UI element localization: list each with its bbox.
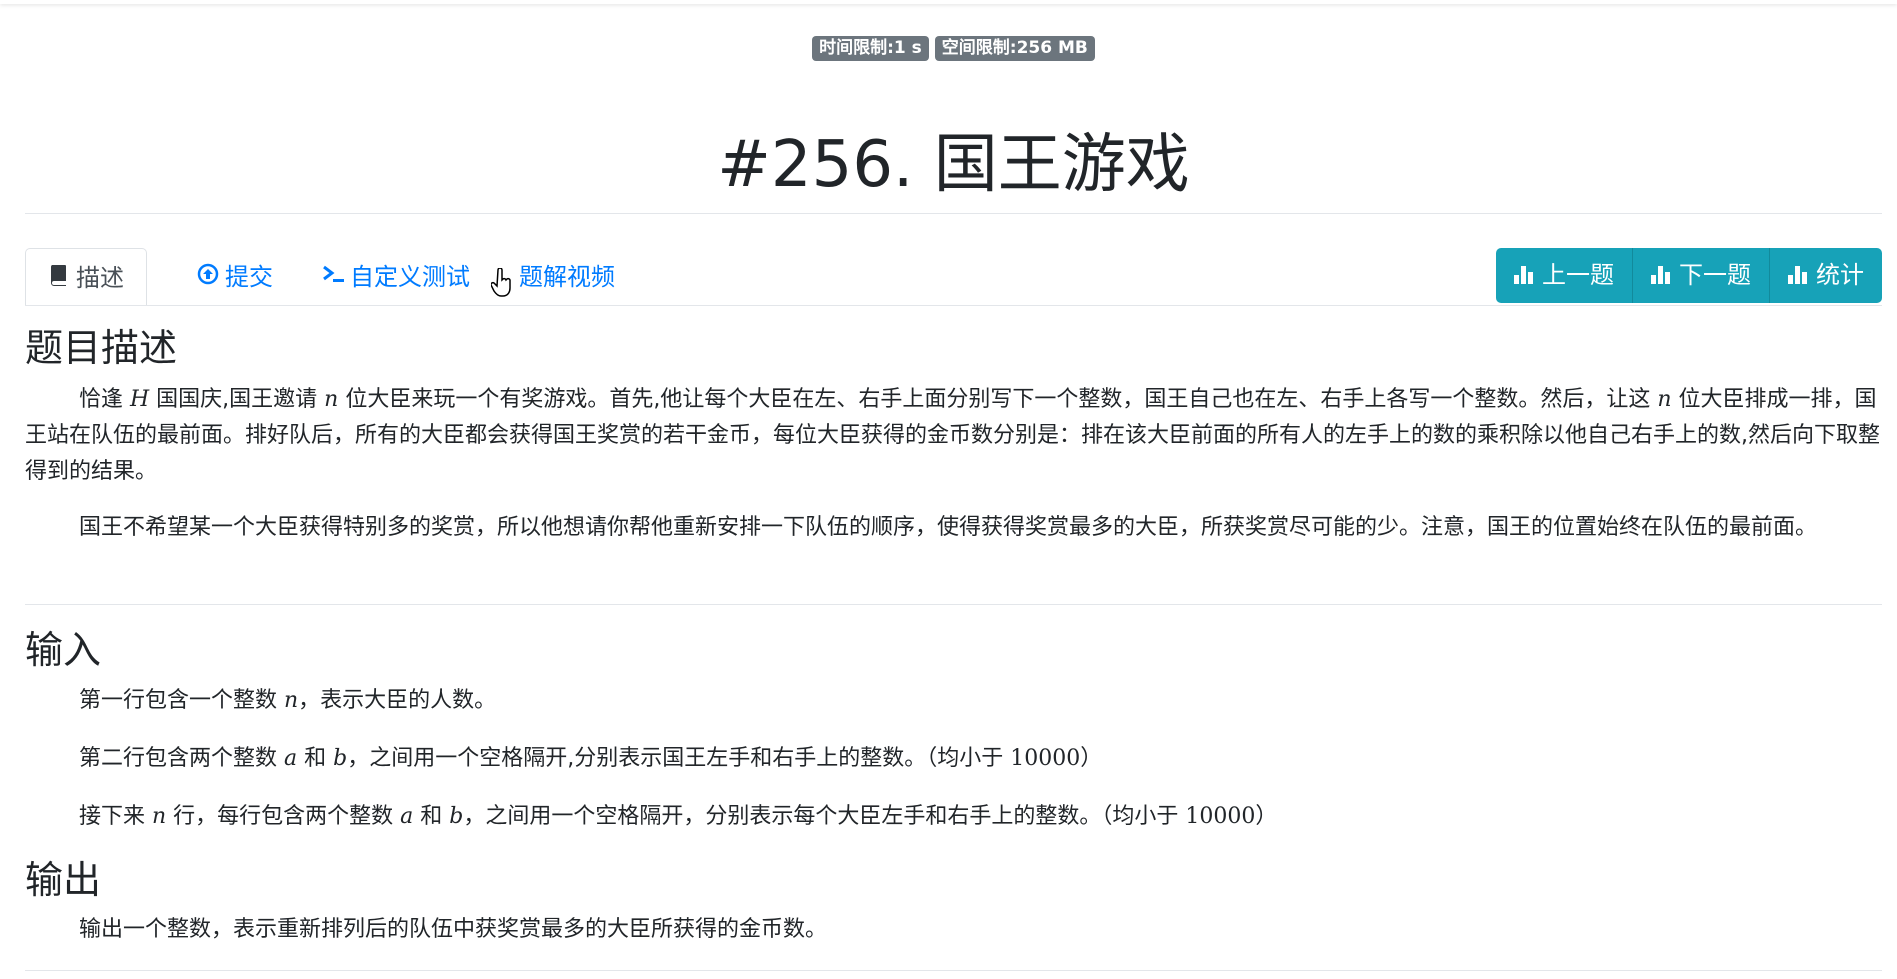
math-var: n	[324, 387, 339, 412]
problem-nav-buttons: 上一题 下一题 统计	[1496, 248, 1882, 303]
prev-problem-button[interactable]: 上一题	[1496, 248, 1633, 303]
math-var: b	[333, 746, 348, 771]
math-var: H	[130, 387, 150, 412]
output-divider	[25, 970, 1882, 971]
math-var: a	[284, 746, 298, 771]
bar-chart-icon	[1514, 266, 1534, 284]
next-problem-label: 下一题	[1679, 261, 1751, 289]
tab-description-label: 描述	[76, 264, 124, 292]
math-var: n	[284, 688, 299, 713]
memory-limit-badge: 空间限制:256 MB	[934, 36, 1095, 61]
statistics-label: 统计	[1816, 261, 1864, 289]
tab-description[interactable]: 描述	[25, 248, 147, 306]
tab-submit-label: 提交	[225, 263, 273, 291]
tabs-divider	[25, 305, 1882, 306]
input-line-3: 接下来 n 行，每行包含两个整数 a 和 b，之间用一个空格隔开，分别表示每个大…	[79, 804, 1278, 829]
statistics-button[interactable]: 统计	[1770, 248, 1882, 303]
book-icon	[48, 249, 70, 307]
input-line-2: 第二行包含两个整数 a 和 b，之间用一个空格隔开,分别表示国王左手和右手上的整…	[79, 746, 1103, 771]
title-divider	[25, 213, 1882, 214]
tab-solution-video[interactable]: 题解视频	[497, 248, 637, 306]
top-navbar-shadow	[0, 0, 1897, 4]
prev-problem-label: 上一题	[1542, 261, 1614, 289]
tab-solution-video-label: 题解视频	[519, 263, 615, 291]
tab-custom-test[interactable]: 自定义测试	[300, 248, 492, 306]
tab-custom-test-label: 自定义测试	[350, 263, 470, 291]
upload-circle-icon	[197, 248, 219, 306]
description-paragraph-1: 恰逢 H 国国庆,国王邀请 n 位大臣来玩一个有奖游戏。首先,他让每个大臣在左、…	[25, 387, 1880, 484]
math-var: n	[1657, 387, 1672, 412]
description-paragraph-2: 国王不希望某一个大臣获得特别多的奖赏，所以他想请你帮他重新安排一下队伍的顺序，使…	[79, 515, 1818, 540]
hand-cursor-icon	[491, 268, 511, 297]
output-heading: 输出	[25, 858, 102, 902]
output-line-1: 输出一个整数，表示重新排列后的队伍中获奖赏最多的大臣所获得的金币数。	[79, 917, 828, 942]
limits-badges: 时间限制:1 s 空间限制:256 MB	[25, 36, 1882, 61]
description-divider	[25, 604, 1882, 605]
problem-page: 时间限制:1 s 空间限制:256 MB #256. 国王游戏 描述 提交 自定…	[0, 0, 1897, 979]
math-var: b	[449, 804, 464, 829]
tab-submit[interactable]: 提交	[175, 248, 295, 306]
input-heading: 输入	[25, 628, 102, 672]
terminal-icon	[322, 248, 344, 306]
next-problem-button[interactable]: 下一题	[1633, 248, 1770, 303]
math-var: n	[152, 804, 167, 829]
input-line-1: 第一行包含一个整数 n，表示大臣的人数。	[79, 688, 497, 713]
bar-chart-icon	[1788, 266, 1808, 284]
description-heading: 题目描述	[25, 326, 178, 370]
math-var: a	[400, 804, 414, 829]
time-limit-badge: 时间限制:1 s	[812, 36, 929, 61]
page-title: #256. 国王游戏	[717, 128, 1190, 202]
bar-chart-icon	[1651, 266, 1671, 284]
